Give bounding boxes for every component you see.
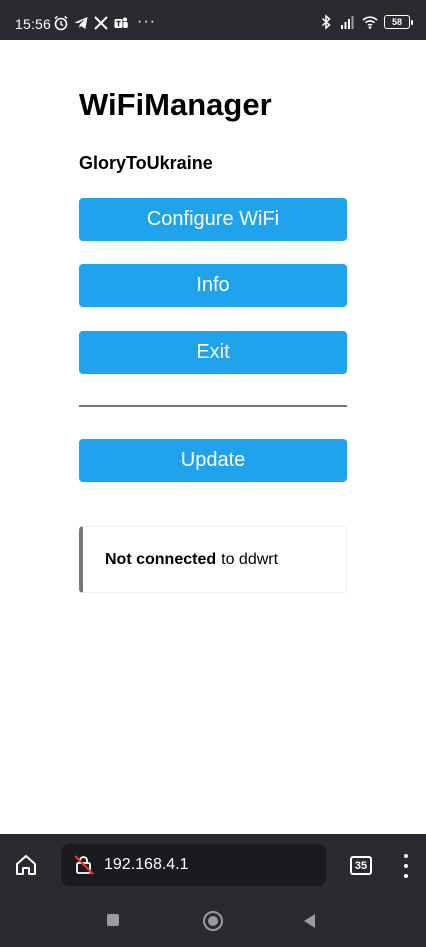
info-button[interactable]: Info [79,264,347,307]
tab-count: 35 [354,859,368,872]
connection-status-ssid: to ddwrt [221,550,279,568]
bluetooth-icon [321,14,331,30]
telegram-icon [74,17,88,29]
divider [79,405,347,407]
configure-wifi-button[interactable]: Configure WiFi [79,198,347,241]
system-nav-bar [0,896,426,947]
more-menu-icon[interactable] [400,854,412,878]
not-secure-lock-icon[interactable] [73,854,95,876]
update-button[interactable]: Update [79,439,347,482]
wifi-icon [362,16,378,29]
address-bar[interactable]: 192.168.4.1 [61,844,326,886]
teams-icon [114,17,128,28]
exit-button[interactable]: Exit [79,331,347,374]
back-icon[interactable] [304,914,315,928]
status-time: 15:56 [15,16,52,32]
connection-status-message: Not connected to ddwrt [79,526,347,593]
signal-icon [341,16,354,29]
url-text[interactable]: 192.168.4.1 [104,856,189,874]
home-nav-icon[interactable] [203,911,223,931]
connection-status-bold: Not connected [105,550,217,568]
device-name: GloryToUkraine [79,153,213,173]
status-bar: 15:56 ··· 58 [0,0,426,40]
notification-icons [53,15,129,31]
page-title: WiFiManager [79,87,272,122]
alarm-icon [54,15,68,31]
more-notifications-icon: ··· [137,13,156,30]
tab-switcher-button[interactable]: 35 [350,856,372,875]
system-icons: 58 [318,14,413,30]
browser-toolbar: 192.168.4.1 35 [0,834,426,896]
x-icon [94,16,108,30]
recents-icon[interactable] [107,914,119,926]
home-icon[interactable] [13,852,39,878]
battery-icon: 58 [384,15,413,29]
battery-level: 58 [391,17,402,27]
